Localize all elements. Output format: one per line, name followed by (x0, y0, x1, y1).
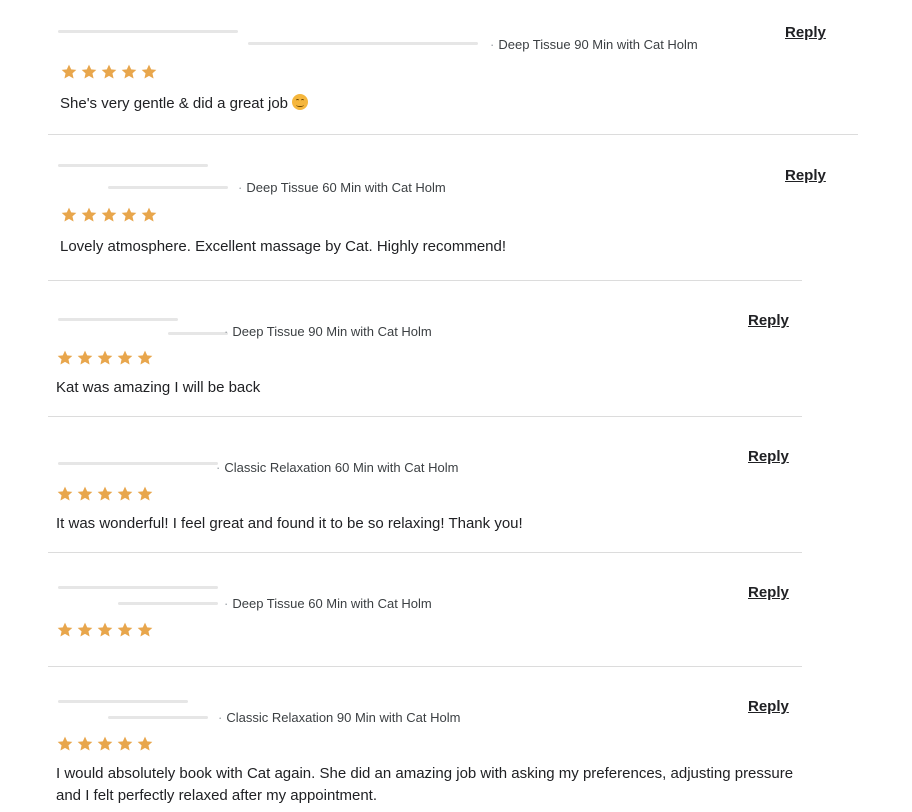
review-text: She's very gentle & did a great job (60, 93, 309, 115)
redacted-reviewer-info (58, 318, 178, 321)
star-icon (140, 63, 158, 81)
review-text: Lovely atmosphere. Excellent massage by … (60, 238, 507, 255)
star-icon (60, 206, 78, 224)
star-rating (56, 621, 154, 639)
star-icon (56, 485, 74, 503)
review-text: I would absolutely book with Cat again. … (56, 765, 794, 804)
reply-button[interactable]: Reply (748, 448, 789, 465)
reply-button[interactable]: Reply (785, 24, 826, 41)
review-card: · Deep Tissue 90 Min with Cat Holm Kat wa… (48, 280, 802, 417)
star-icon (116, 735, 134, 753)
star-icon (56, 621, 74, 639)
review-text: Kat was amazing I will be back (56, 379, 261, 396)
star-rating (56, 349, 154, 367)
reply-button[interactable]: Reply (785, 167, 826, 184)
review-card: · Classic Relaxation 60 Min with Cat Holm… (48, 416, 802, 553)
service-label: · Deep Tissue 60 Min with Cat Holm (224, 596, 432, 611)
star-icon (136, 621, 154, 639)
star-icon (60, 63, 78, 81)
review-card: · Deep Tissue 60 Min with Cat Holm Lovely… (48, 134, 826, 281)
star-rating (56, 735, 154, 753)
redacted-reviewer-info (58, 700, 188, 703)
star-icon (116, 485, 134, 503)
review-card: · Deep Tissue 90 Min with Cat Holm She's … (48, 0, 858, 135)
star-icon (76, 485, 94, 503)
redacted-date (108, 186, 228, 189)
star-icon (116, 621, 134, 639)
review-card: · Classic Relaxation 90 Min with Cat Holm… (48, 666, 808, 812)
redacted-reviewer-info (58, 586, 218, 589)
star-icon (136, 349, 154, 367)
star-icon (136, 485, 154, 503)
service-label: · Deep Tissue 90 Min with Cat Holm (490, 37, 698, 52)
star-icon (56, 735, 74, 753)
reply-button[interactable]: Reply (748, 584, 789, 601)
star-rating (56, 485, 154, 503)
star-icon (56, 349, 74, 367)
service-label: · Classic Relaxation 60 Min with Cat Holm (216, 460, 459, 475)
star-icon (140, 206, 158, 224)
star-icon (76, 349, 94, 367)
star-icon (120, 206, 138, 224)
star-icon (116, 349, 134, 367)
star-icon (80, 206, 98, 224)
star-icon (76, 735, 94, 753)
reply-button[interactable]: Reply (748, 312, 789, 329)
star-rating (60, 63, 158, 81)
star-icon (96, 735, 114, 753)
redacted-date (118, 602, 218, 605)
redacted-date (248, 42, 478, 45)
service-label: · Deep Tissue 90 Min with Cat Holm (224, 324, 432, 339)
star-icon (76, 621, 94, 639)
service-label: · Deep Tissue 60 Min with Cat Holm (238, 180, 446, 195)
service-label: · Classic Relaxation 90 Min with Cat Holm (218, 710, 461, 725)
star-icon (100, 63, 118, 81)
redacted-reviewer-info (58, 164, 208, 167)
redacted-date (108, 716, 208, 719)
star-rating (60, 206, 158, 224)
star-icon (96, 485, 114, 503)
reply-button[interactable]: Reply (748, 698, 789, 715)
redacted-reviewer-info (58, 30, 238, 33)
star-icon (100, 206, 118, 224)
star-icon (96, 621, 114, 639)
star-icon (136, 735, 154, 753)
review-card: · Deep Tissue 60 Min with Cat Holm Reply (48, 552, 802, 667)
star-icon (96, 349, 114, 367)
star-icon (80, 63, 98, 81)
star-icon (120, 63, 138, 81)
review-text: It was wonderful! I feel great and found… (56, 515, 523, 532)
redacted-date (168, 332, 228, 335)
redacted-reviewer-info (58, 462, 218, 465)
smiling-face-icon (292, 94, 309, 110)
